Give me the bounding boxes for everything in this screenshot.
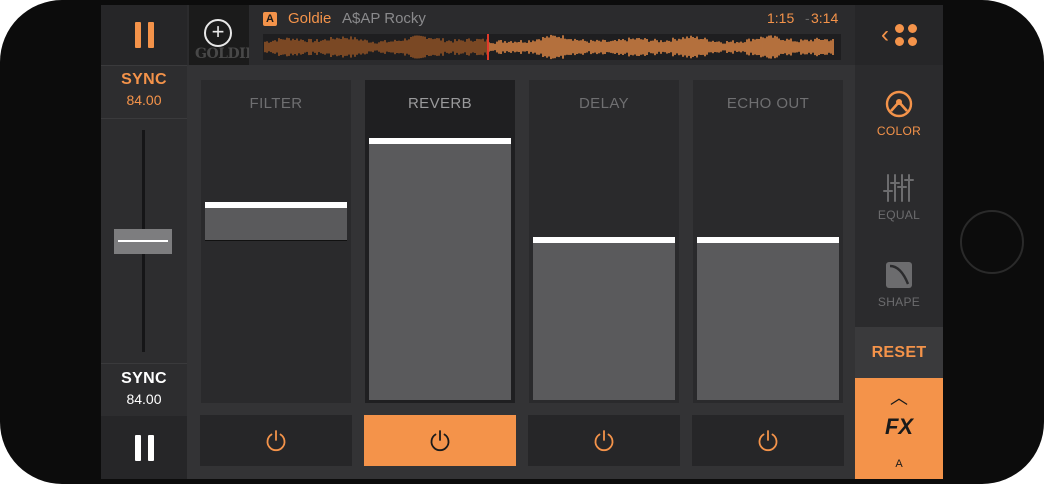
power-button-filter[interactable]: [200, 415, 352, 466]
sync-button-bottom[interactable]: SYNC 84.00: [101, 370, 187, 407]
power-button-echo-out[interactable]: [692, 415, 844, 466]
power-button-reverb[interactable]: [364, 415, 516, 466]
tool-label: SHAPE: [877, 295, 921, 309]
fx-panel-echo-out[interactable]: ECHO OUT: [693, 80, 843, 403]
sync-label: SYNC: [121, 370, 167, 387]
sync-label: SYNC: [121, 71, 167, 88]
divider: [101, 65, 187, 66]
power-icon: [266, 429, 286, 451]
equalizer-button[interactable]: EQUAL: [855, 173, 943, 222]
chevron-left-icon: ‹: [881, 21, 889, 48]
waveform[interactable]: [263, 34, 841, 60]
fx-level-fill: [533, 237, 675, 400]
cover-text: GOLDIE: [195, 46, 249, 62]
home-button[interactable]: [960, 210, 1024, 274]
divider: [101, 363, 187, 364]
fx-level-fill: [697, 237, 839, 400]
deck-badge: A: [263, 12, 277, 26]
fx-center-line: [205, 240, 347, 241]
fx-panel-delay[interactable]: DELAY: [529, 80, 679, 403]
fx-deck-label: A: [895, 458, 903, 470]
app-screen: SYNC 84.00 SYNC 84.00 GOLDIE + A Goldie: [101, 5, 943, 479]
right-control-column: ‹ COLOR EQUAL SHAPE RESET ︿ FX A: [855, 5, 943, 479]
shape-button[interactable]: SHAPE: [855, 260, 943, 309]
power-icon: [594, 429, 614, 451]
fx-level-handle[interactable]: [533, 237, 675, 243]
time-position: 1:15: [767, 10, 795, 26]
time-duration: 3:14: [811, 10, 839, 26]
fx-mode-button[interactable]: ︿ FX A: [855, 378, 943, 479]
fx-name: ECHO OUT: [726, 95, 810, 112]
track-header: GOLDIE + A Goldie A$AP Rocky 1:15 - 3:14: [187, 5, 855, 65]
sync-button-top[interactable]: SYNC 84.00: [101, 71, 187, 108]
track-title: Goldie: [288, 10, 332, 27]
time-separator: -: [805, 10, 810, 26]
device-frame: SYNC 84.00 SYNC 84.00 GOLDIE + A Goldie: [0, 0, 1044, 484]
pitch-slider-handle[interactable]: [114, 229, 172, 254]
fx-name: REVERB: [407, 95, 473, 112]
grid-dots-icon: [895, 24, 917, 46]
pause-icon: [134, 22, 154, 48]
deck-a-pause-button[interactable]: [101, 5, 187, 65]
deck-b-pause-button[interactable]: [101, 416, 187, 479]
color-knob-icon: [885, 90, 913, 118]
tool-label: EQUAL: [877, 208, 921, 222]
shape-icon: [886, 262, 912, 288]
add-track-icon[interactable]: +: [204, 19, 232, 47]
chevron-up-icon: ︿: [890, 388, 908, 408]
left-control-column: SYNC 84.00 SYNC 84.00: [101, 5, 187, 479]
bpm-value: 84.00: [126, 92, 162, 108]
track-artist: A$AP Rocky: [342, 10, 426, 27]
fx-level-handle[interactable]: [369, 138, 511, 144]
fx-label: FX: [884, 414, 914, 439]
power-icon: [430, 429, 450, 451]
fx-level-handle[interactable]: [697, 237, 839, 243]
divider: [101, 118, 187, 119]
power-icon: [758, 429, 778, 451]
color-fx-button[interactable]: COLOR: [855, 89, 943, 138]
pause-icon: [134, 434, 154, 461]
fx-panel-filter[interactable]: FILTER: [201, 80, 351, 403]
tool-label: COLOR: [876, 124, 922, 138]
fx-level-handle[interactable]: [205, 202, 347, 208]
menu-button[interactable]: ‹: [855, 5, 943, 65]
fx-name: FILTER: [249, 95, 303, 112]
album-cover[interactable]: GOLDIE +: [189, 5, 249, 65]
fx-name: DELAY: [578, 95, 630, 112]
fx-panel-reverb[interactable]: REVERB: [365, 80, 515, 403]
reset-button[interactable]: RESET: [855, 327, 943, 378]
bpm-value: 84.00: [126, 391, 162, 407]
fx-level-fill: [369, 138, 511, 400]
equalizer-icon: [883, 174, 914, 202]
power-button-delay[interactable]: [528, 415, 680, 466]
